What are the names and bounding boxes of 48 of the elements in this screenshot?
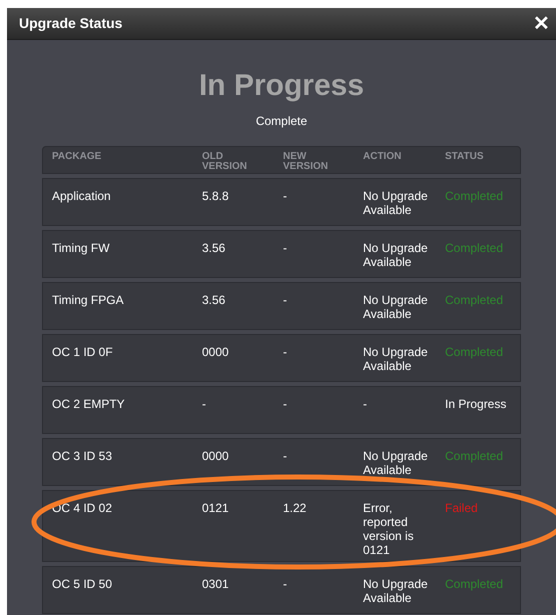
old-version-cell-text: 0000 [202,345,230,361]
new-version-cell-text: - [283,449,288,465]
column-header: NEW VERSION [283,152,330,173]
old-version-cell-text: 0000 [202,449,230,465]
package-cell-text: Timing FW [52,241,111,257]
new-version-cell-text: - [283,293,288,309]
package-cell-text: OC 3 ID 53 [52,449,114,465]
column-header: OLD VERSION [202,152,248,173]
old-version-cell-text: 5.8.8 [202,189,230,205]
new-version-cell-text: - [283,577,288,593]
package-cell-text: OC 1 ID 0F [52,345,114,361]
new-version-cell-text: - [283,397,288,413]
status-cell-text: Failed [445,501,479,517]
action-cell-text: No Upgrade Available [363,345,429,375]
status-cell-text: Completed [445,449,504,465]
column-header: PACKAGE [52,152,102,164]
status-cell-text: Completed [445,293,504,309]
old-version-cell-text: - [202,397,207,413]
column-header: STATUS [445,152,485,164]
action-cell-text: No Upgrade Available [363,241,429,271]
status-cell-text: Completed [445,189,504,205]
package-cell-text: Timing FPGA [52,293,125,309]
package-cell-text: OC 2 EMPTY [52,397,126,413]
status-cell-text: Completed [445,241,504,257]
action-cell-text: No Upgrade Available [363,577,429,607]
status-cell-text: Completed [445,577,504,593]
new-version-cell-text: - [283,241,288,257]
old-version-cell-text: 0301 [202,577,230,593]
action-cell-text: No Upgrade Available [363,293,429,323]
new-version-cell-text: - [283,345,288,361]
old-version-cell-text: 3.56 [202,293,226,309]
action-cell-text: - [363,397,368,413]
status-cell-text: Completed [445,345,504,361]
package-cell-text: OC 5 ID 50 [52,577,114,593]
action-cell-text: Error, reported version is 0121 [363,501,415,557]
old-version-cell-text: 0121 [202,501,230,517]
progress-heading: In Progress [198,68,364,104]
progress-subheading: Complete [256,113,308,130]
close-button[interactable]: ✕ [529,14,554,34]
old-version-cell-text: 3.56 [202,241,226,257]
new-version-cell-text: 1.22 [283,501,308,517]
dialog-title: Upgrade Status [19,14,122,33]
column-header: ACTION [363,152,402,164]
package-cell-text: Application [52,189,112,205]
status-cell-text: In Progress [445,397,508,413]
new-version-cell-text: - [283,189,288,205]
action-cell-text: No Upgrade Available [363,189,429,219]
action-cell-text: No Upgrade Available [363,449,429,479]
